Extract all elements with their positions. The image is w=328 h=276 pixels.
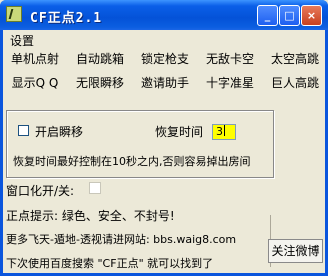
close-button[interactable]: × [301,5,322,26]
recover-time-label: 恢复时间 [155,125,204,139]
tip-text: 正点提示: 绿色、安全、不封号! [6,209,175,223]
feature-button-single-shot[interactable]: 单机点射 [7,50,63,71]
follow-weibo-button[interactable]: 关注微博 [268,239,323,263]
feature-button-teleport[interactable]: 无限瞬移 [72,74,128,95]
title-bar[interactable]: CF正点2.1 _ □ × [0,0,328,30]
recover-time-value: 3 [216,125,223,138]
feature-button-auto-jump[interactable]: 自动跳箱 [72,50,128,71]
feature-button-space-jump[interactable]: 太空高跳 [266,50,324,71]
window-mode-checkbox[interactable] [89,182,101,194]
teleport-panel: 开启瞬移 恢复时间 3 恢复时间最好控制在10秒之内,否则容易掉出房间 [6,110,274,178]
feature-button-invincible[interactable]: 无敌卡空 [202,50,258,71]
client-area: 设置 单机点射 自动跳箱 锁定枪支 无敌卡空 太空高跳 显示Q Q 无限瞬移 邀… [3,30,325,273]
menu-bar: 设置 [3,30,325,48]
enable-teleport-label: 开启瞬移 [35,125,84,139]
menu-settings[interactable]: 设置 [10,32,34,49]
maximize-button[interactable]: □ [279,5,300,26]
text-cursor [224,125,225,136]
feature-button-giant-jump[interactable]: 巨人高跳 [266,74,324,95]
search-hint-text: 下次使用百度搜索 "CF正点" 就可以找到了 [6,257,214,270]
minimize-button[interactable]: _ [257,5,278,26]
app-icon [6,6,22,22]
enable-teleport-checkbox[interactable] [18,125,29,136]
feature-button-show-qq[interactable]: 显示Q Q [7,74,63,95]
window-title: CF正点2.1 [30,11,103,26]
feature-button-crosshair[interactable]: 十字准星 [202,74,258,95]
feature-button-lock-gun[interactable]: 锁定枪支 [137,50,193,71]
recover-time-hint: 恢复时间最好控制在10秒之内,否则容易掉出房间 [13,155,251,168]
recover-time-input[interactable]: 3 [212,124,236,140]
app-window: CF正点2.1 _ □ × 设置 单机点射 自动跳箱 锁定枪支 无敌卡空 太空高… [0,0,328,276]
feature-button-invite[interactable]: 邀请助手 [137,74,193,95]
website-text: 更多飞天-遁地-透视请进网站: bbs.waig8.com [6,233,237,246]
window-mode-label: 窗口化开/关: [6,184,75,198]
